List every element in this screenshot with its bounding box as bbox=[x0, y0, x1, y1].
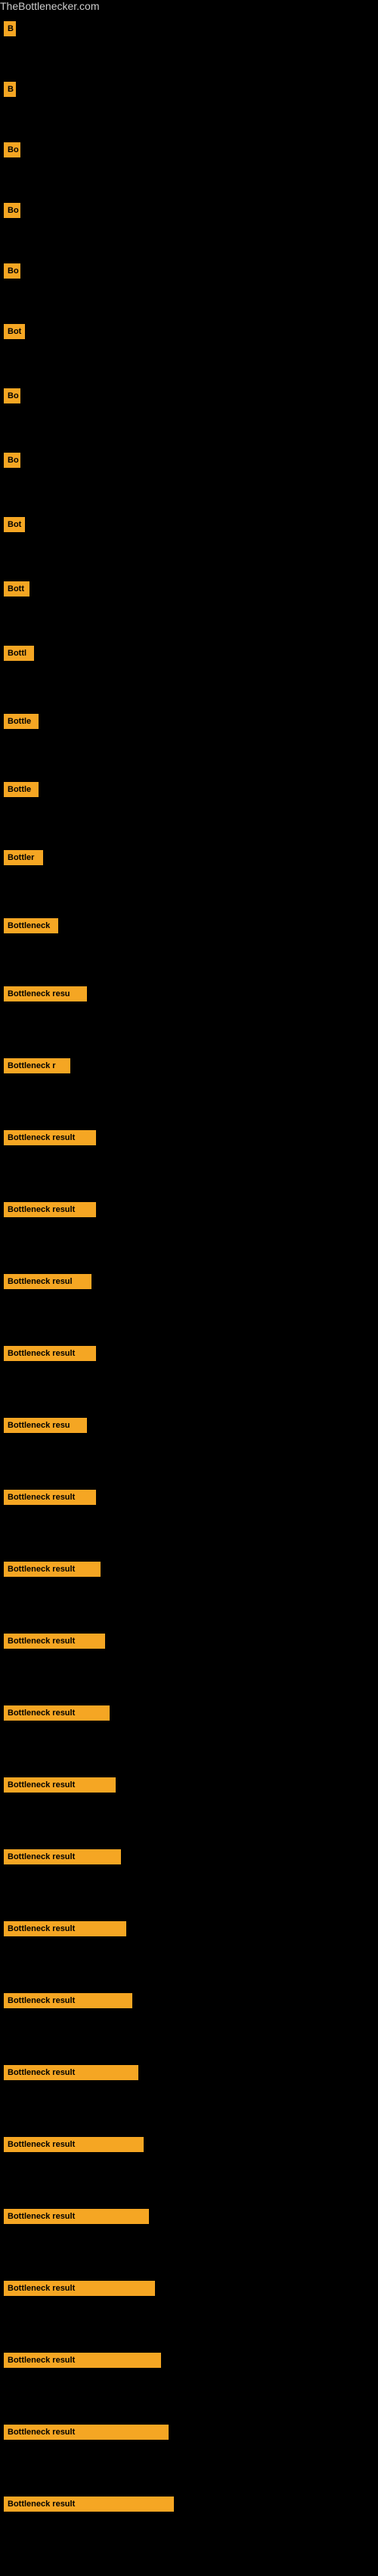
list-item: Bottleneck result bbox=[4, 1490, 374, 1505]
bottleneck-label[interactable]: Bottleneck result bbox=[4, 2209, 149, 2224]
bottleneck-label[interactable]: Bottleneck bbox=[4, 918, 58, 933]
list-item: Bottle bbox=[4, 714, 374, 729]
list-item: Bottleneck r bbox=[4, 1058, 374, 1073]
list-item: Bottleneck result bbox=[4, 1921, 374, 1936]
list-item: Bottleneck result bbox=[4, 1634, 374, 1649]
bottleneck-label[interactable]: Bottleneck result bbox=[4, 1921, 126, 1936]
bottleneck-label[interactable]: Bottleneck result bbox=[4, 1490, 96, 1505]
list-item: Bottleneck result bbox=[4, 2497, 374, 2512]
list-item: Bo bbox=[4, 203, 374, 218]
bottleneck-label[interactable]: Bottler bbox=[4, 850, 43, 865]
list-item: Bottl bbox=[4, 646, 374, 661]
bottleneck-label[interactable]: Bo bbox=[4, 203, 20, 218]
list-item: Bottleneck result bbox=[4, 2353, 374, 2368]
list-item: Bottleneck result bbox=[4, 2281, 374, 2296]
list-item: Bottleneck resul bbox=[4, 1274, 374, 1289]
bottleneck-label[interactable]: Bo bbox=[4, 388, 20, 403]
list-item: Bo bbox=[4, 388, 374, 403]
list-item: Bott bbox=[4, 581, 374, 596]
bottleneck-label[interactable]: Bottleneck result bbox=[4, 2353, 161, 2368]
bottleneck-label[interactable]: Bottleneck result bbox=[4, 1634, 105, 1649]
bottleneck-label[interactable]: Bottleneck result bbox=[4, 1777, 116, 1793]
bottleneck-label[interactable]: Bottl bbox=[4, 646, 34, 661]
list-item: Bottleneck result bbox=[4, 1705, 374, 1721]
list-item: Bottleneck result bbox=[4, 1130, 374, 1145]
list-item: Bo bbox=[4, 142, 374, 157]
list-item: Bottleneck bbox=[4, 918, 374, 933]
list-item: Bottleneck result bbox=[4, 1346, 374, 1361]
list-item: Bo bbox=[4, 453, 374, 468]
list-item: Bot bbox=[4, 517, 374, 532]
bottleneck-label[interactable]: Bot bbox=[4, 324, 25, 339]
list-item: Bottleneck result bbox=[4, 1202, 374, 1217]
bottleneck-label[interactable]: Bottleneck result bbox=[4, 1849, 121, 1864]
list-item: Bottleneck result bbox=[4, 2425, 374, 2440]
list-item: Bottleneck result bbox=[4, 1849, 374, 1864]
bottleneck-label[interactable]: Bottleneck result bbox=[4, 1705, 110, 1721]
list-item: Bottleneck result bbox=[4, 1562, 374, 1577]
site-title: TheBottlenecker.com bbox=[0, 0, 100, 15]
bottleneck-label[interactable]: Bottleneck result bbox=[4, 1562, 101, 1577]
list-item: Bottleneck result bbox=[4, 1993, 374, 2008]
bottleneck-label[interactable]: Bottleneck resul bbox=[4, 1274, 91, 1289]
list-item: B bbox=[4, 82, 374, 97]
list-item: Bot bbox=[4, 324, 374, 339]
bottleneck-label[interactable]: Bottleneck result bbox=[4, 1346, 96, 1361]
list-item: Bottler bbox=[4, 850, 374, 865]
list-item: Bo bbox=[4, 263, 374, 279]
list-item: Bottleneck resu bbox=[4, 986, 374, 1001]
bottleneck-label[interactable]: Bott bbox=[4, 581, 29, 596]
bottleneck-label[interactable]: Bottleneck result bbox=[4, 1202, 96, 1217]
list-item: Bottleneck result bbox=[4, 1777, 374, 1793]
bottleneck-label[interactable]: Bottle bbox=[4, 714, 39, 729]
bottleneck-label[interactable]: B bbox=[4, 21, 16, 36]
site-title-bar: TheBottlenecker.com bbox=[0, 0, 378, 14]
bottleneck-label[interactable]: Bottleneck result bbox=[4, 2137, 144, 2152]
bottleneck-label[interactable]: Bottleneck result bbox=[4, 1993, 132, 2008]
bottleneck-label[interactable]: Bo bbox=[4, 453, 20, 468]
bottleneck-label[interactable]: Bottleneck result bbox=[4, 2425, 169, 2440]
bottleneck-label[interactable]: Bot bbox=[4, 517, 25, 532]
list-item: Bottleneck result bbox=[4, 2137, 374, 2152]
list-item: Bottle bbox=[4, 782, 374, 797]
bottleneck-label[interactable]: Bottleneck result bbox=[4, 2065, 138, 2080]
bottleneck-label[interactable]: Bottleneck r bbox=[4, 1058, 70, 1073]
bottleneck-label[interactable]: Bottleneck result bbox=[4, 2281, 155, 2296]
bottleneck-label[interactable]: Bo bbox=[4, 263, 20, 279]
bottleneck-label[interactable]: Bottleneck resu bbox=[4, 986, 87, 1001]
bottleneck-label[interactable]: Bottleneck resu bbox=[4, 1418, 87, 1433]
bottleneck-label[interactable]: Bottleneck result bbox=[4, 2497, 174, 2512]
bottleneck-label[interactable]: Bottleneck result bbox=[4, 1130, 96, 1145]
items-container: B B Bo Bo Bo Bot Bo Bo Bot Bott Bottl Bottle Bottle B… bbox=[0, 14, 378, 2576]
bottleneck-label[interactable]: Bottle bbox=[4, 782, 39, 797]
bottleneck-label[interactable]: Bo bbox=[4, 142, 20, 157]
bottleneck-label[interactable]: B bbox=[4, 82, 16, 97]
list-item: Bottleneck resu bbox=[4, 1418, 374, 1433]
list-item: Bottleneck result bbox=[4, 2065, 374, 2080]
list-item: Bottleneck result bbox=[4, 2209, 374, 2224]
list-item: B bbox=[4, 21, 374, 36]
